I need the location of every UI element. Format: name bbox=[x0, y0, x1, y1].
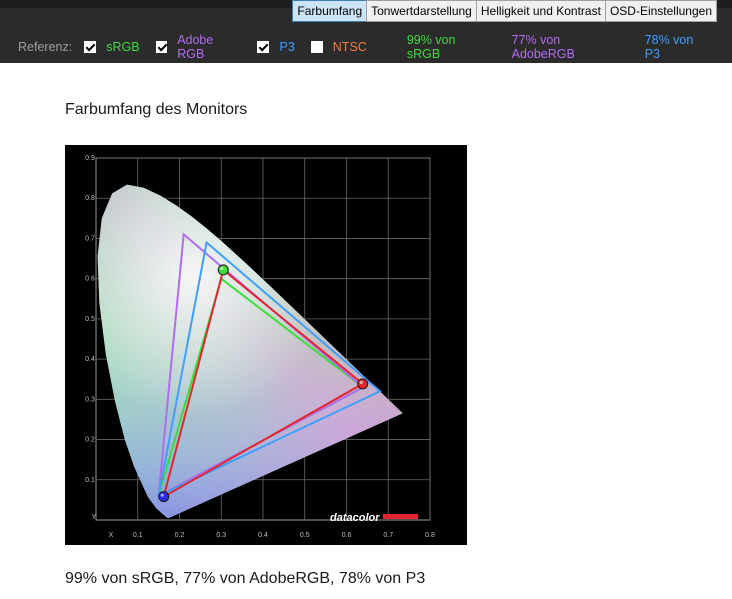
y-tick-label: 0.2 bbox=[85, 437, 95, 444]
p3-checkbox[interactable] bbox=[257, 41, 270, 53]
point-highlight bbox=[220, 266, 224, 270]
x-tick-label: 0.4 bbox=[258, 532, 268, 539]
srgb-label: sRGB bbox=[106, 40, 140, 54]
gamut-chart: 0.1 0.2 0.3 0.4 0.5 0.6 0.7 0.8 0.1 0.2 0.3 0.4 0.5 0… bbox=[65, 145, 467, 545]
x-tick-label: 0.1 bbox=[133, 532, 143, 539]
logo-bar bbox=[383, 514, 418, 519]
measured-point bbox=[158, 491, 170, 503]
srgb-checkbox[interactable] bbox=[84, 41, 97, 53]
point-highlight bbox=[160, 493, 164, 497]
reference-row: Referenz: sRGB Adobe RGB P3 NTSC 99% von… bbox=[18, 33, 732, 61]
x-tick-label: 0.5 bbox=[300, 532, 310, 539]
y-tick-label: 0.9 bbox=[85, 155, 95, 162]
adobe-rgb-checkbox[interactable] bbox=[155, 41, 168, 53]
x-axis-label: X bbox=[109, 532, 114, 539]
tab-osd-einstellungen[interactable]: OSD-Einstellungen bbox=[604, 0, 717, 22]
measured-point bbox=[357, 378, 369, 390]
p3-label: P3 bbox=[279, 40, 295, 54]
reference-label: Referenz: bbox=[18, 40, 73, 54]
tab-farbumfang[interactable]: Farbumfang bbox=[292, 0, 368, 22]
y-tick-label: 0.3 bbox=[85, 396, 95, 403]
tab-bar: Farbumfang Tonwertdarstellung Helligkeit… bbox=[292, 0, 717, 22]
stat-adobe-rgb: 77% von AdobeRGB bbox=[511, 33, 575, 61]
toolbar: Farbumfang Tonwertdarstellung Helligkeit… bbox=[0, 0, 732, 63]
adobe-rgb-label: Adobe RGB bbox=[177, 33, 214, 61]
page-title: Farbumfang des Monitors bbox=[65, 101, 248, 118]
measured-point bbox=[217, 264, 229, 276]
point-highlight bbox=[359, 380, 363, 384]
ntsc-checkbox[interactable] bbox=[310, 41, 323, 53]
y-axis-label: Y bbox=[92, 514, 97, 521]
ntsc-label: NTSC bbox=[332, 40, 367, 54]
stat-p3: 78% von P3 bbox=[644, 33, 694, 61]
y-tick-label: 0.1 bbox=[85, 477, 95, 484]
x-tick-label: 0.2 bbox=[175, 532, 185, 539]
x-tick-label: 0.8 bbox=[425, 532, 435, 539]
x-tick-label: 0.7 bbox=[383, 532, 393, 539]
stat-srgb: 99% von sRGB bbox=[406, 33, 456, 61]
x-tick-label: 0.6 bbox=[342, 532, 352, 539]
reference-p3: P3 bbox=[257, 40, 295, 54]
y-tick-label: 0.7 bbox=[85, 235, 95, 242]
gamut-summary: 99% von sRGB, 77% von AdobeRGB, 78% von … bbox=[65, 570, 426, 587]
tab-tonwertdarstellung[interactable]: Tonwertdarstellung bbox=[366, 0, 477, 22]
cie-diagram: 0.1 0.2 0.3 0.4 0.5 0.6 0.7 0.8 0.1 0.2 0.3 0.4 0.5 0… bbox=[65, 145, 467, 545]
y-tick-label: 0.5 bbox=[85, 316, 95, 323]
reference-adobe-rgb: Adobe RGB bbox=[155, 33, 242, 61]
y-tick-label: 0.6 bbox=[85, 276, 95, 283]
logo-text: datacolor bbox=[330, 512, 380, 524]
reference-srgb: sRGB bbox=[84, 40, 140, 54]
reference-ntsc: NTSC bbox=[310, 40, 367, 54]
tab-helligkeit-kontrast[interactable]: Helligkeit und Kontrast bbox=[475, 0, 606, 22]
x-tick-label: 0.3 bbox=[216, 532, 226, 539]
y-tick-label: 0.4 bbox=[85, 356, 95, 363]
y-tick-label: 0.8 bbox=[85, 195, 95, 202]
